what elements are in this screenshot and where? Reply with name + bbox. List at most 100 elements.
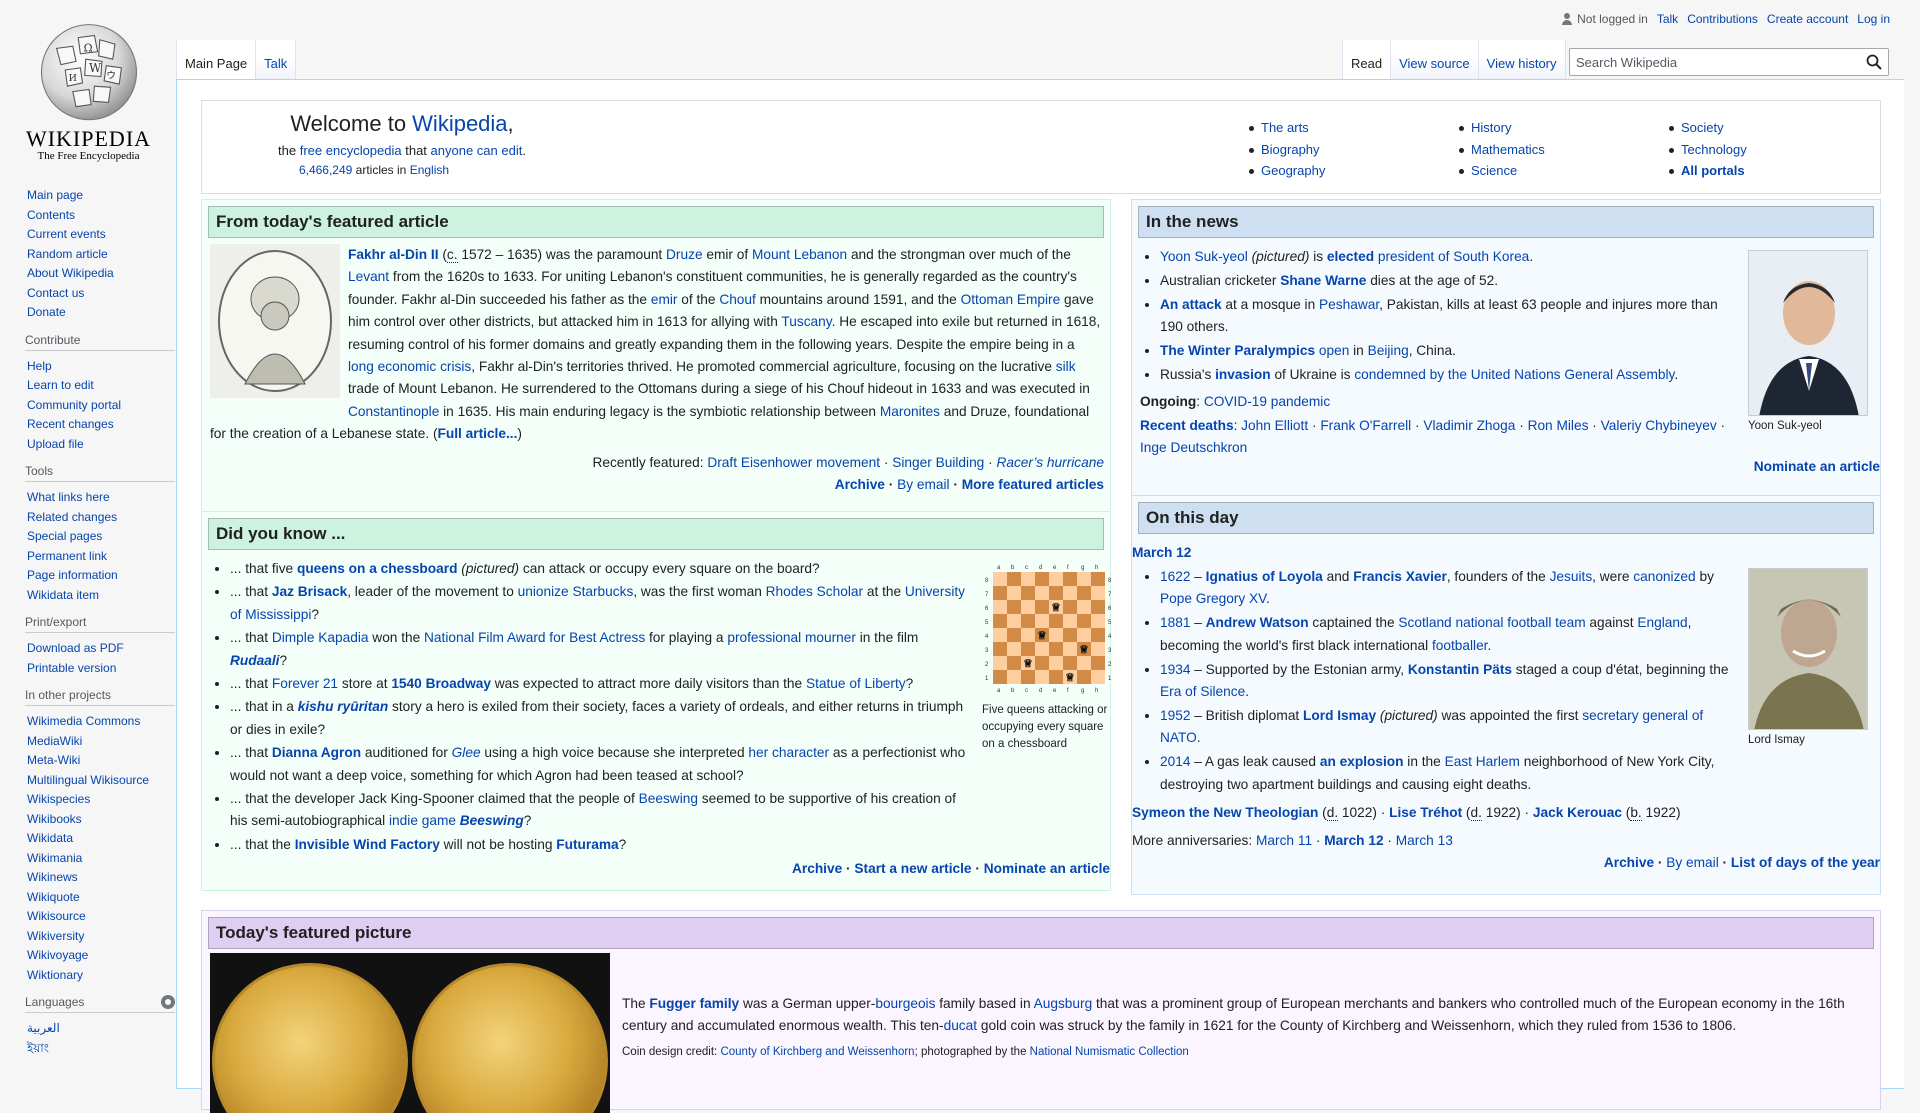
sidebar-item-project[interactable]: Multilingual Wikisource	[27, 773, 149, 787]
article-link[interactable]: Fakhr al-Din II	[348, 247, 439, 262]
article-link[interactable]: Mount Lebanon	[752, 247, 847, 262]
chessboard-figure[interactable]: a a 8 8 b b 7 7 c c 6 6 d d 5 5 e e 4 4 f f 3 3 g g 2 2 h h 1 1 ♕ ♕ ♕ ♕ ♕ Fi…	[982, 562, 1112, 753]
archive-link[interactable]: Archive	[835, 477, 885, 492]
article-link[interactable]: Starbucks	[572, 584, 633, 599]
article-link[interactable]: Beijing	[1368, 343, 1409, 358]
sidebar-item-project[interactable]: Wikinews	[27, 870, 78, 884]
date-link[interactable]: March 11	[1256, 833, 1312, 848]
article-link[interactable]: Chouf	[719, 292, 756, 307]
article-link[interactable]: Constantinople	[348, 404, 439, 419]
article-link[interactable]: COVID-19 pandemic	[1204, 394, 1330, 409]
year-link[interactable]: 1934	[1160, 662, 1190, 677]
coin-image[interactable]	[210, 953, 610, 1113]
article-link[interactable]: Augsburg	[1034, 996, 1093, 1011]
sidebar-item-project[interactable]: Wikiquote	[27, 890, 80, 904]
article-link[interactable]: Levant	[348, 269, 389, 284]
article-link[interactable]: Statue of Liberty	[806, 676, 906, 691]
create-account-link[interactable]: Create account	[1767, 12, 1848, 26]
log-in-link[interactable]: Log in	[1857, 12, 1890, 26]
featured-article-image[interactable]	[210, 244, 348, 402]
credit-link[interactable]: National Numismatic Collection	[1030, 1046, 1189, 1058]
article-link[interactable]: Ottoman Empire	[961, 292, 1061, 307]
article-link[interactable]: Yoon Suk-yeol	[1160, 249, 1248, 264]
article-link[interactable]: Ron Miles	[1528, 418, 1589, 433]
sidebar-item-learn-to-edit[interactable]: Learn to edit	[27, 378, 94, 392]
archive-link[interactable]: Archive	[792, 861, 842, 876]
article-link[interactable]: Lise Tréhot	[1389, 805, 1462, 820]
article-link[interactable]: Beeswing	[639, 791, 698, 806]
sidebar-item-what-links-here[interactable]: What links here	[27, 490, 110, 504]
article-link[interactable]: Frank O'Farrell	[1320, 418, 1411, 433]
article-link[interactable]: Dianna Agron	[272, 745, 361, 760]
wikipedia-logo[interactable]: Ω W И ウ WIKIPEDIA The Free Encyclopedia	[16, 10, 161, 162]
date-link[interactable]: March 12	[1324, 833, 1383, 848]
sidebar-item-project[interactable]: Wikivoyage	[27, 948, 88, 962]
article-link[interactable]: Recent deaths	[1140, 418, 1234, 433]
portal-geography[interactable]: Geography	[1261, 163, 1325, 178]
article-link[interactable]: Symeon the New Theologian	[1132, 805, 1318, 820]
article-link[interactable]: Tuscany	[781, 314, 831, 329]
tab-view-source[interactable]: View source	[1390, 40, 1478, 80]
sidebar-item-community-portal[interactable]: Community portal	[27, 398, 121, 412]
sidebar-item-project[interactable]: Wikispecies	[27, 792, 90, 806]
portal-science[interactable]: Science	[1471, 163, 1517, 178]
article-link[interactable]: The Winter Paralympics	[1160, 343, 1315, 358]
more-featured-link[interactable]: More featured articles	[962, 477, 1104, 492]
portal-mathematics[interactable]: Mathematics	[1471, 142, 1545, 157]
article-link[interactable]: Vladimir Zhoga	[1423, 418, 1515, 433]
article-link[interactable]: Dimple Kapadia	[272, 630, 369, 645]
sidebar-item-donate[interactable]: Donate	[27, 305, 66, 319]
article-link[interactable]: Druze	[666, 247, 703, 262]
article-link[interactable]: Maronites	[880, 404, 940, 419]
tab-view-history[interactable]: View history	[1477, 40, 1566, 80]
sidebar-item-upload-file[interactable]: Upload file	[27, 437, 84, 451]
start-article-link[interactable]: Start a new article	[854, 861, 971, 876]
wikipedia-link[interactable]: Wikipedia	[412, 111, 507, 136]
tab-read[interactable]: Read	[1342, 40, 1391, 80]
year-link[interactable]: 1881	[1160, 615, 1190, 630]
sidebar-item-about[interactable]: About Wikipedia	[27, 266, 114, 280]
article-link[interactable]: Valeriy Chybineyev	[1601, 418, 1717, 433]
sidebar-item-project[interactable]: MediaWiki	[27, 734, 82, 748]
gear-icon[interactable]	[161, 995, 175, 1009]
sidebar-item-language[interactable]: العربية	[27, 1021, 60, 1035]
sidebar-item-printable-version[interactable]: Printable version	[27, 661, 116, 675]
portal-the-arts[interactable]: The arts	[1261, 120, 1309, 135]
article-link[interactable]: indie game	[389, 813, 456, 828]
article-link[interactable]: 1540 Broadway	[391, 676, 491, 691]
nominate-link[interactable]: Nominate an article	[1754, 459, 1880, 474]
article-link[interactable]: her character	[748, 745, 829, 760]
article-link[interactable]: professional mourner	[727, 630, 856, 645]
sidebar-item-wikidata-item[interactable]: Wikidata item	[27, 588, 99, 602]
article-link[interactable]: bourgeois	[875, 996, 935, 1011]
article-link[interactable]: Jaz Brisack	[272, 584, 347, 599]
article-count-link[interactable]: 6,466,249	[299, 163, 352, 177]
article-link[interactable]: Beeswing	[460, 813, 524, 828]
year-link[interactable]: 2014	[1160, 754, 1190, 769]
article-link[interactable]: an explosion	[1320, 754, 1404, 769]
anyone-can-edit-link[interactable]: anyone can edit	[431, 143, 523, 158]
search-button[interactable]	[1860, 49, 1888, 75]
sidebar-item-project[interactable]: Wikidata	[27, 831, 73, 845]
article-link[interactable]: Fugger family	[649, 996, 739, 1011]
portal-all-portals[interactable]: All portals	[1681, 163, 1745, 178]
article-link[interactable]: An attack	[1160, 297, 1222, 312]
portal-history[interactable]: History	[1471, 120, 1511, 135]
sidebar-item-special-pages[interactable]: Special pages	[27, 529, 102, 543]
article-link[interactable]: Futurama	[556, 837, 618, 852]
article-link[interactable]: John Elliott	[1241, 418, 1308, 433]
sidebar-item-random-article[interactable]: Random article	[27, 247, 108, 261]
article-link[interactable]: Rudaali	[230, 653, 279, 668]
article-link[interactable]: long economic crisis	[348, 359, 471, 374]
personal-contributions-link[interactable]: Contributions	[1687, 12, 1758, 26]
sidebar-item-main-page[interactable]: Main page	[27, 188, 83, 202]
article-link[interactable]: Andrew Watson	[1206, 615, 1309, 630]
sidebar-item-project[interactable]: Wikimedia Commons	[27, 714, 140, 728]
article-link[interactable]: Invisible Wind Factory	[295, 837, 440, 852]
english-link[interactable]: English	[410, 163, 449, 177]
sidebar-item-related-changes[interactable]: Related changes	[27, 510, 117, 524]
article-link[interactable]: emir	[651, 292, 678, 307]
full-article-link[interactable]: Full article...	[438, 426, 518, 441]
article-link[interactable]: Jack Kerouac	[1533, 805, 1622, 820]
sidebar-item-language[interactable]: ইয়াং	[27, 1041, 49, 1055]
